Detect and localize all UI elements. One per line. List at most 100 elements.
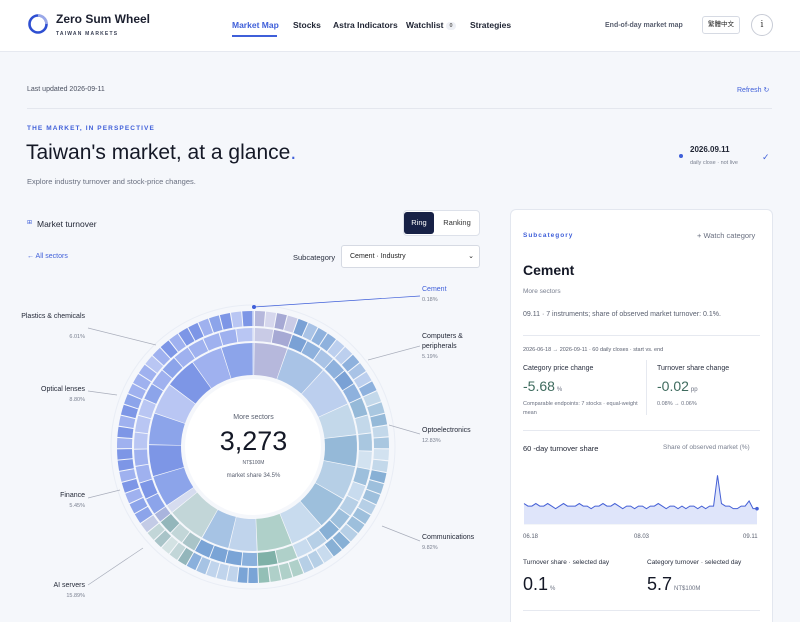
wheel-segment[interactable] — [219, 329, 238, 346]
share-change-note: 0.08% → 0.06% — [657, 401, 697, 407]
wheel-segment[interactable] — [230, 311, 243, 328]
nav-active-underline — [232, 35, 277, 37]
share-line[interactable] — [523, 475, 757, 510]
leader-line — [381, 525, 421, 542]
sector-label-ai-servers[interactable]: AI servers — [20, 581, 85, 591]
wheel-segment[interactable] — [117, 426, 134, 439]
wheel-segment[interactable] — [237, 567, 248, 583]
sector-label-optical-lenses[interactable]: Optical lenses — [20, 385, 85, 395]
section-divider — [27, 108, 772, 109]
wheel-segment[interactable] — [236, 328, 253, 343]
wheel-segment[interactable] — [135, 464, 152, 483]
wheel-segment[interactable] — [226, 565, 239, 582]
sector-label-optoelectronics[interactable]: Optoelectronics — [422, 426, 471, 436]
wheel-segment[interactable] — [268, 565, 282, 582]
wheel-segment[interactable] — [275, 545, 297, 564]
wheel-segment[interactable] — [253, 311, 254, 327]
wheel-segment[interactable] — [242, 311, 253, 327]
language-button[interactable]: 繁體中文 — [702, 16, 740, 34]
panel-eyebrow: Subcategory — [523, 232, 574, 239]
wheel-segment[interactable] — [258, 567, 270, 583]
share-change-value: -0.02 pp — [657, 378, 698, 394]
panel-date-range: 2026-06-18 → 2026-09-11 · 60 daily close… — [523, 347, 664, 353]
wheel-segment[interactable] — [117, 438, 133, 449]
share-change-label: Turnover share change — [657, 365, 730, 372]
wheel-segment[interactable] — [117, 459, 134, 471]
sector-label-computers[interactable]: Computers & peripherals — [422, 332, 482, 352]
leader-line — [87, 390, 118, 396]
turnover-icon: ⊞ — [27, 220, 33, 226]
wheel-segment[interactable] — [271, 329, 292, 347]
check-icon: ✓ — [762, 152, 770, 162]
leader-line — [87, 489, 121, 499]
wheel-segment[interactable] — [371, 459, 389, 473]
eod-label: End-of-day market map — [605, 22, 683, 29]
sector-label-plastics[interactable]: Plastics & chemicals — [20, 312, 85, 322]
wheel-segment[interactable] — [353, 467, 370, 486]
wheel-segment[interactable] — [117, 449, 133, 460]
wheel-sector[interactable] — [253, 311, 254, 376]
sector-label-cement[interactable]: Cement — [422, 285, 447, 295]
wheel-segment[interactable] — [323, 435, 357, 467]
chevron-down-icon: ⌄ — [468, 253, 474, 260]
metric-separator — [646, 360, 647, 415]
last-updated: Last updated 2026-09-11 — [27, 86, 105, 93]
price-change-value: -5.68% — [523, 378, 563, 394]
turnover-share-label: Turnover share · selected day — [523, 559, 610, 566]
panel-parent: More sectors — [523, 288, 561, 295]
wheel-segment[interactable] — [372, 425, 389, 438]
nav-watchlist[interactable]: Watchlist 0 — [406, 20, 456, 30]
brand-subtitle: TAIWAN MARKETS — [56, 31, 119, 37]
nav-astra-indicators[interactable]: Astra Indicators — [333, 20, 398, 30]
wheel-center-unit: NT$100M — [242, 460, 265, 466]
wheel-segment[interactable] — [248, 567, 258, 583]
share-point[interactable] — [755, 506, 759, 511]
share-area — [524, 475, 757, 524]
wheel-segment[interactable] — [357, 451, 372, 469]
nav-strategies[interactable]: Strategies — [470, 20, 511, 30]
sector-label-finance[interactable]: Finance — [20, 491, 85, 501]
selected-marker — [252, 305, 256, 309]
toggle-ranking[interactable]: Ranking — [438, 212, 476, 234]
x-tick-label: 06.18 — [523, 534, 539, 540]
date-indicator-dot — [679, 154, 683, 158]
nav-market-map[interactable]: Market Map — [232, 20, 279, 30]
wheel-segment[interactable] — [134, 449, 149, 466]
brand-name[interactable]: Zero Sum Wheel — [56, 12, 150, 26]
wheel-segment[interactable] — [134, 432, 148, 449]
top-bar: Zero Sum Wheel TAIWAN MARKETS Market Map… — [0, 0, 800, 52]
watch-category-button[interactable]: + Watch category — [697, 231, 755, 240]
wheel-segment[interactable] — [264, 311, 277, 328]
all-sectors-link[interactable]: ← All sectors — [27, 253, 68, 260]
toggle-ring[interactable]: Ring — [404, 212, 434, 234]
nav-stocks[interactable]: Stocks — [293, 20, 321, 30]
wheel-segment[interactable] — [373, 437, 389, 449]
logo-icon[interactable] — [27, 13, 49, 35]
wheel-segment[interactable] — [118, 415, 136, 429]
subcategory-select[interactable]: Cement · Industry ⌄ — [341, 245, 480, 268]
data-date-note: daily close · not live — [690, 160, 738, 166]
leader-line — [367, 345, 421, 361]
category-turnover-value: 5.7 NT$100M — [647, 574, 701, 594]
wheel-segment[interactable] — [134, 415, 151, 434]
wheel-segment[interactable] — [254, 328, 274, 343]
leader-line — [253, 295, 421, 308]
wheel-segment[interactable] — [355, 415, 372, 435]
wheel-segment[interactable] — [358, 433, 373, 451]
category-turnover-label: Category turnover · selected day — [647, 559, 742, 566]
wheel-segment[interactable] — [225, 550, 243, 566]
wheel-segment[interactable] — [254, 311, 266, 327]
wheel-center-share: market share 34.5% — [226, 473, 281, 479]
info-icon[interactable]: i — [751, 14, 773, 36]
sector-label-communications[interactable]: Communications — [422, 533, 474, 543]
panel-summary: 09.11 · 7 instruments; share of observed… — [523, 311, 721, 318]
turnover-share-value: 0.1% — [523, 574, 556, 594]
sector-pct-communications: 9.82% — [422, 545, 438, 551]
line-chart-title: 60 -day turnover share — [523, 444, 599, 453]
wheel-segment[interactable] — [373, 449, 389, 461]
wheel-segment[interactable] — [257, 550, 278, 566]
wheel-segment[interactable] — [241, 552, 258, 567]
panel-divider — [523, 430, 760, 431]
refresh-button[interactable]: Refresh ↻ — [737, 86, 769, 94]
turnover-share-chart[interactable] — [521, 456, 762, 530]
